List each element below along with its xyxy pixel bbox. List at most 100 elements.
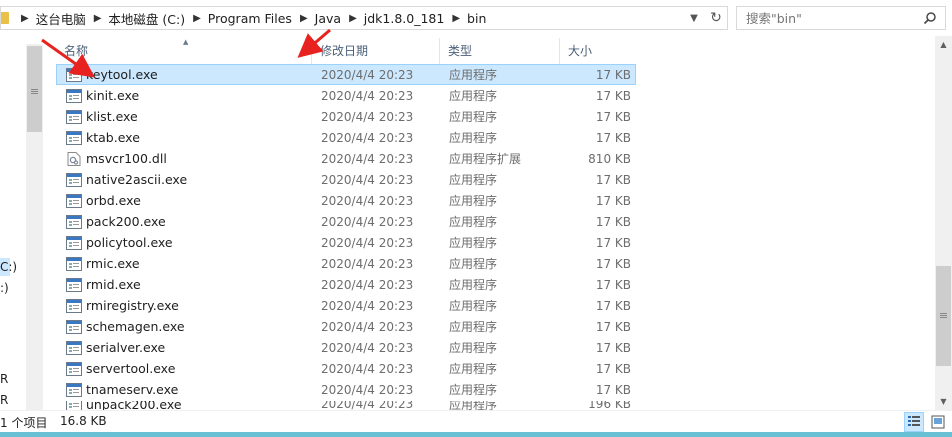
nav-item-drive-c[interactable]: C:) [0,258,17,276]
file-name: serialver.exe [86,340,166,355]
file-name: pack200.exe [86,214,166,229]
file-name-cell[interactable]: klist.exe [57,109,313,124]
file-type: 应用程序 [449,299,498,313]
nav-item-network-2[interactable]: R [0,393,8,407]
breadcrumb-local-disk-c[interactable]: 本地磁盘 (C:) [108,9,185,28]
exe-icon [66,340,86,355]
chevron-right-icon[interactable]: ▶ [452,13,460,24]
file-size: 17 KB [595,67,631,82]
file-row[interactable]: orbd.exe 2020/4/4 20:23 应用程序 17 KB [56,190,636,211]
file-name-cell[interactable]: rmiregistry.exe [57,298,313,313]
file-list-scrollbar[interactable]: ▲ ▼ [935,36,952,410]
nav-item-drive-d[interactable]: :) [0,281,9,295]
file-row[interactable]: native2ascii.exe 2020/4/4 20:23 应用程序 17 … [56,169,636,190]
file-type: 应用程序 [449,89,498,103]
nav-item-network-1[interactable]: R [0,372,8,386]
file-row[interactable]: tnameserv.exe 2020/4/4 20:23 应用程序 17 KB [56,379,636,400]
column-header-date[interactable]: 修改日期 [312,38,440,64]
file-name: keytool.exe [86,67,158,82]
file-date: 2020/4/4 20:23 [321,235,414,250]
file-type: 应用程序 [449,110,498,124]
file-size: 17 KB [595,235,631,250]
search-icon[interactable] [923,11,937,25]
exe-icon [66,319,86,334]
file-name-cell[interactable]: rmid.exe [57,277,313,292]
file-row[interactable]: kinit.exe 2020/4/4 20:23 应用程序 17 KB [56,85,636,106]
exe-icon [66,109,86,124]
exe-icon [66,298,86,313]
chevron-right-icon[interactable]: ▶ [193,13,201,24]
breadcrumb-this-pc[interactable]: 这台电脑 [36,9,86,28]
refresh-icon[interactable]: ↻ [705,10,727,26]
file-type: 应用程序 [449,341,498,355]
chevron-right-icon[interactable]: ▶ [21,13,29,24]
column-header-size[interactable]: 大小 [560,38,636,64]
file-type: 应用程序 [449,320,498,334]
file-size: 17 KB [595,193,631,208]
scrollbar-thumb[interactable] [936,266,951,366]
column-header-name[interactable]: 名称 [56,29,312,64]
file-name-cell[interactable]: rmic.exe [57,256,313,271]
address-box[interactable]: ▶ 这台电脑 ▶ 本地磁盘 (C:) ▶ Program Files ▶ Jav… [0,6,728,30]
breadcrumb-java[interactable]: Java [315,11,341,26]
large-icons-view-button[interactable] [928,412,948,432]
file-size: 17 KB [595,298,631,313]
breadcrumb-jdk[interactable]: jdk1.8.0_181 [364,11,445,26]
chevron-right-icon[interactable]: ▶ [300,13,308,24]
file-name-cell[interactable]: ktab.exe [57,130,313,145]
file-date: 2020/4/4 20:23 [321,340,414,355]
status-item-count: 1 个项目 [0,416,48,430]
file-row[interactable]: rmid.exe 2020/4/4 20:23 应用程序 17 KB [56,274,636,295]
file-name: rmid.exe [86,277,141,292]
nav-scrollbar-thumb[interactable] [27,46,42,132]
file-name: schemagen.exe [86,319,185,334]
file-row[interactable]: keytool.exe 2020/4/4 20:23 应用程序 17 KB [56,64,636,85]
chevron-right-icon[interactable]: ▶ [94,13,102,24]
breadcrumb-bin[interactable]: bin [467,11,486,26]
file-name-cell[interactable]: msvcr100.dll [57,151,313,166]
exe-icon [66,130,86,145]
file-name-cell[interactable]: native2ascii.exe [57,172,313,187]
file-row[interactable]: rmiregistry.exe 2020/4/4 20:23 应用程序 17 K… [56,295,636,316]
file-row[interactable]: pack200.exe 2020/4/4 20:23 应用程序 17 KB [56,211,636,232]
chevron-down-icon[interactable]: ▼ [683,13,705,24]
file-size: 17 KB [595,130,631,145]
file-row[interactable]: serialver.exe 2020/4/4 20:23 应用程序 17 KB [56,337,636,358]
file-name-cell[interactable]: serialver.exe [57,340,313,355]
file-size: 17 KB [595,277,631,292]
file-name-cell[interactable]: kinit.exe [57,88,313,103]
chevron-right-icon[interactable]: ▶ [349,13,357,24]
file-date: 2020/4/4 20:23 [321,193,414,208]
search-input[interactable] [746,10,916,26]
exe-icon [66,214,86,229]
column-header-type[interactable]: 类型 [440,38,560,64]
file-name: klist.exe [86,109,138,124]
file-row[interactable]: policytool.exe 2020/4/4 20:23 应用程序 17 KB [56,232,636,253]
file-row[interactable]: schemagen.exe 2020/4/4 20:23 应用程序 17 KB [56,316,636,337]
file-row[interactable]: klist.exe 2020/4/4 20:23 应用程序 17 KB [56,106,636,127]
file-name-cell[interactable]: policytool.exe [57,235,313,250]
scroll-down-arrow-icon[interactable]: ▼ [935,393,952,410]
file-name-cell[interactable]: orbd.exe [57,193,313,208]
file-name: native2ascii.exe [86,172,188,187]
file-row[interactable]: rmic.exe 2020/4/4 20:23 应用程序 17 KB [56,253,636,274]
file-name-cell[interactable]: keytool.exe [57,67,313,82]
file-type: 应用程序 [449,215,498,229]
file-type: 应用程序 [449,173,498,187]
exe-icon [66,277,86,292]
file-row[interactable]: ktab.exe 2020/4/4 20:23 应用程序 17 KB [56,127,636,148]
status-selected-size: 16.8 KB [60,414,107,428]
details-view-button[interactable] [904,412,924,432]
file-name-cell[interactable]: tnameserv.exe [57,382,313,397]
file-name-cell[interactable]: pack200.exe [57,214,313,229]
file-row[interactable]: servertool.exe 2020/4/4 20:23 应用程序 17 KB [56,358,636,379]
window-bottom-edge [0,432,952,437]
breadcrumb-program-files[interactable]: Program Files [208,11,292,26]
file-name-cell[interactable]: servertool.exe [57,361,313,376]
scroll-up-arrow-icon[interactable]: ▲ [935,36,952,53]
search-box[interactable] [736,6,946,30]
file-name-cell[interactable]: schemagen.exe [57,319,313,334]
exe-icon [66,361,86,376]
exe-icon [66,172,86,187]
file-row[interactable]: msvcr100.dll 2020/4/4 20:23 应用程序扩展 810 K… [56,148,636,169]
